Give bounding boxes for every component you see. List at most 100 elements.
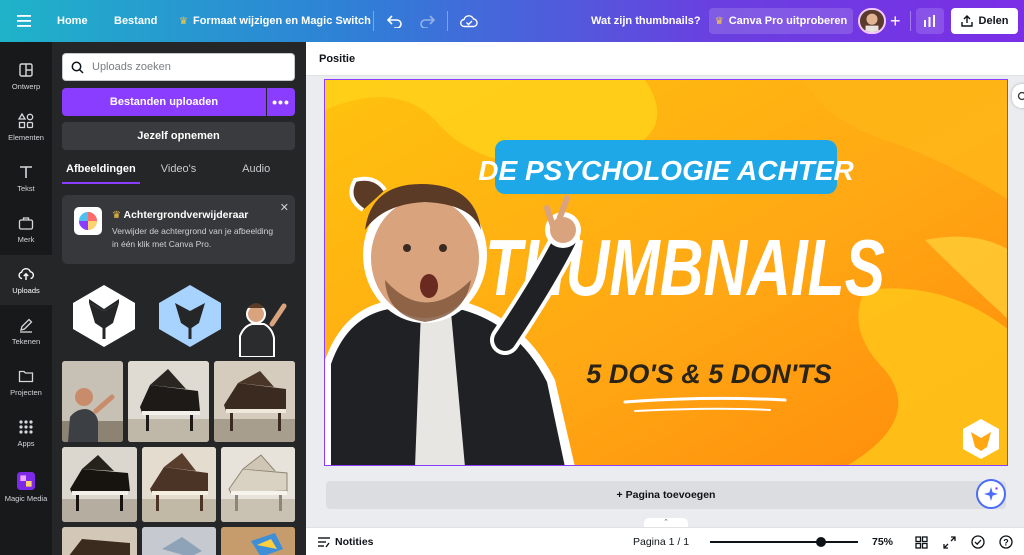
redo-button[interactable] xyxy=(419,0,435,42)
background-remover-promo: ♛ Achtergrondverwijderaar Verwijder de a… xyxy=(62,195,295,264)
divider xyxy=(447,11,448,31)
upload-thumbnail-image-7[interactable] xyxy=(142,527,216,555)
upload-thumbnail-piano-4[interactable] xyxy=(142,447,216,522)
crown-icon: ♛ xyxy=(112,210,121,221)
menu-button[interactable] xyxy=(17,0,31,42)
rail-item-projects[interactable]: Projecten xyxy=(0,357,52,407)
undo-icon xyxy=(387,15,402,28)
photo-image xyxy=(221,527,295,555)
top-toolbar: Home Bestand ♛ Formaat wijzigen en Magic… xyxy=(0,0,1024,42)
uploads-panel: Bestanden uploaden ••• Jezelf opnemen Af… xyxy=(52,42,306,555)
grand-piano-image xyxy=(142,447,216,522)
grand-piano-image xyxy=(221,447,295,522)
upload-thumbnail-piano-1[interactable] xyxy=(128,361,209,442)
sparkle-icon xyxy=(984,487,998,501)
grid-view-button[interactable] xyxy=(915,528,928,555)
rail-item-magic-media[interactable]: Magic Media xyxy=(0,462,52,512)
design-title[interactable]: Wat zijn thumbnails? xyxy=(591,0,701,42)
crown-icon: ♛ xyxy=(179,15,188,27)
photo-image xyxy=(142,527,216,555)
search-icon xyxy=(71,61,84,74)
layout-icon xyxy=(19,62,33,77)
upload-thumbnail-man-pointing[interactable] xyxy=(62,361,123,442)
file-menu[interactable]: Bestand xyxy=(114,0,157,42)
upload-thumbnail-piano-2[interactable] xyxy=(214,361,295,442)
close-icon[interactable]: ✕ xyxy=(280,201,289,214)
rail-item-text[interactable]: Tekst xyxy=(0,153,52,203)
upload-thumbnail-image-8[interactable] xyxy=(221,527,295,555)
bar-chart-icon xyxy=(924,15,935,27)
context-toolbar: Positie xyxy=(306,42,1024,76)
add-page-button[interactable]: + Pagina toevoegen xyxy=(326,481,1006,509)
background-remover-icon xyxy=(74,207,102,235)
grand-piano-image xyxy=(62,447,137,522)
design-side-handle[interactable] xyxy=(1012,84,1024,108)
check-circle-icon xyxy=(971,535,985,549)
pen-icon xyxy=(20,318,33,333)
design-page[interactable]: DE PSYCHOLOGIE ACHTER THUMBNAILS 5 DO'S … xyxy=(324,79,1008,466)
record-yourself-button[interactable]: Jezelf opnemen xyxy=(62,122,295,150)
promo-text: Verwijder de achtergrond van je afbeeldi… xyxy=(112,226,274,249)
grand-piano-image xyxy=(214,361,295,442)
rail-item-brand[interactable]: Merk xyxy=(0,204,52,254)
upload-thumbnail-piano-3[interactable] xyxy=(62,447,137,522)
add-collaborator-button[interactable]: + xyxy=(890,0,901,42)
tab-audio[interactable]: Audio xyxy=(217,158,295,184)
upload-thumbnail-cutout-man[interactable] xyxy=(234,294,296,357)
rail-item-design[interactable]: Ontwerp xyxy=(0,51,52,101)
upload-more-button[interactable]: ••• xyxy=(267,88,295,116)
briefcase-icon xyxy=(18,216,34,230)
home-link[interactable]: Home xyxy=(57,0,88,42)
upload-thumbnail-logo-blue[interactable] xyxy=(148,274,231,357)
upload-tabs: Afbeeldingen Video's Audio xyxy=(62,158,295,184)
share-button[interactable]: Delen xyxy=(951,8,1018,34)
apps-grid-icon xyxy=(19,419,33,434)
bottom-bar: Notities Pagina 1 / 1 75% ? xyxy=(306,527,1024,555)
insights-button[interactable] xyxy=(916,8,944,34)
position-button[interactable]: Positie xyxy=(319,53,355,65)
grand-piano-image xyxy=(128,361,209,442)
expand-icon xyxy=(943,535,956,549)
tab-images[interactable]: Afbeeldingen xyxy=(62,158,140,184)
left-rail: Ontwerp Elementen Tekst Merk Uploads Tek… xyxy=(0,42,52,555)
upload-thumbnail-piano-6[interactable] xyxy=(62,527,137,555)
text-icon xyxy=(20,165,32,178)
cloud-check-icon xyxy=(460,15,478,28)
share-icon xyxy=(960,15,973,27)
avatar[interactable] xyxy=(858,8,886,34)
subtitle-text: 5 DO'S & 5 DON'TS xyxy=(586,359,831,389)
grand-piano-image xyxy=(62,527,137,555)
rail-item-apps[interactable]: Apps xyxy=(0,408,52,458)
upload-files-button[interactable]: Bestanden uploaden xyxy=(62,88,266,116)
search-input[interactable] xyxy=(92,61,282,73)
rail-item-uploads[interactable]: Uploads xyxy=(0,255,52,305)
cloud-upload-icon xyxy=(18,267,34,280)
upload-thumbnail-logo-white[interactable] xyxy=(62,274,145,357)
try-pro-button[interactable]: ♛ Canva Pro uitproberen xyxy=(709,8,853,34)
logo-image xyxy=(72,284,135,347)
page-indicator[interactable]: Pagina 1 / 1 xyxy=(633,528,689,555)
resize-button[interactable]: ♛ Formaat wijzigen en Magic Switch xyxy=(179,0,371,42)
rail-item-draw[interactable]: Tekenen xyxy=(0,306,52,356)
svg-text:?: ? xyxy=(1003,538,1009,548)
notes-button[interactable]: Notities xyxy=(318,528,374,555)
save-status-button[interactable] xyxy=(460,0,478,42)
magic-assistant-button[interactable] xyxy=(976,479,1006,509)
person-cutout-image xyxy=(234,294,296,357)
fullscreen-button[interactable] xyxy=(943,528,956,555)
tab-videos[interactable]: Video's xyxy=(140,158,218,184)
crown-icon: ♛ xyxy=(714,15,724,27)
zoom-level-button[interactable]: 75% xyxy=(872,528,893,555)
zoom-slider-knob[interactable] xyxy=(816,537,826,547)
help-button[interactable]: ? xyxy=(999,528,1013,555)
zoom-slider[interactable] xyxy=(710,537,858,547)
rail-item-elements[interactable]: Elementen xyxy=(0,102,52,152)
divider xyxy=(373,11,374,31)
more-dots-icon: ••• xyxy=(272,94,290,110)
hamburger-icon xyxy=(17,15,31,27)
upload-thumbnail-piano-5[interactable] xyxy=(221,447,295,522)
undo-button[interactable] xyxy=(387,0,403,42)
check-button[interactable] xyxy=(971,528,985,555)
headline-text: DE PSYCHOLOGIE ACHTER xyxy=(478,155,854,186)
photo-man-image xyxy=(62,361,123,442)
